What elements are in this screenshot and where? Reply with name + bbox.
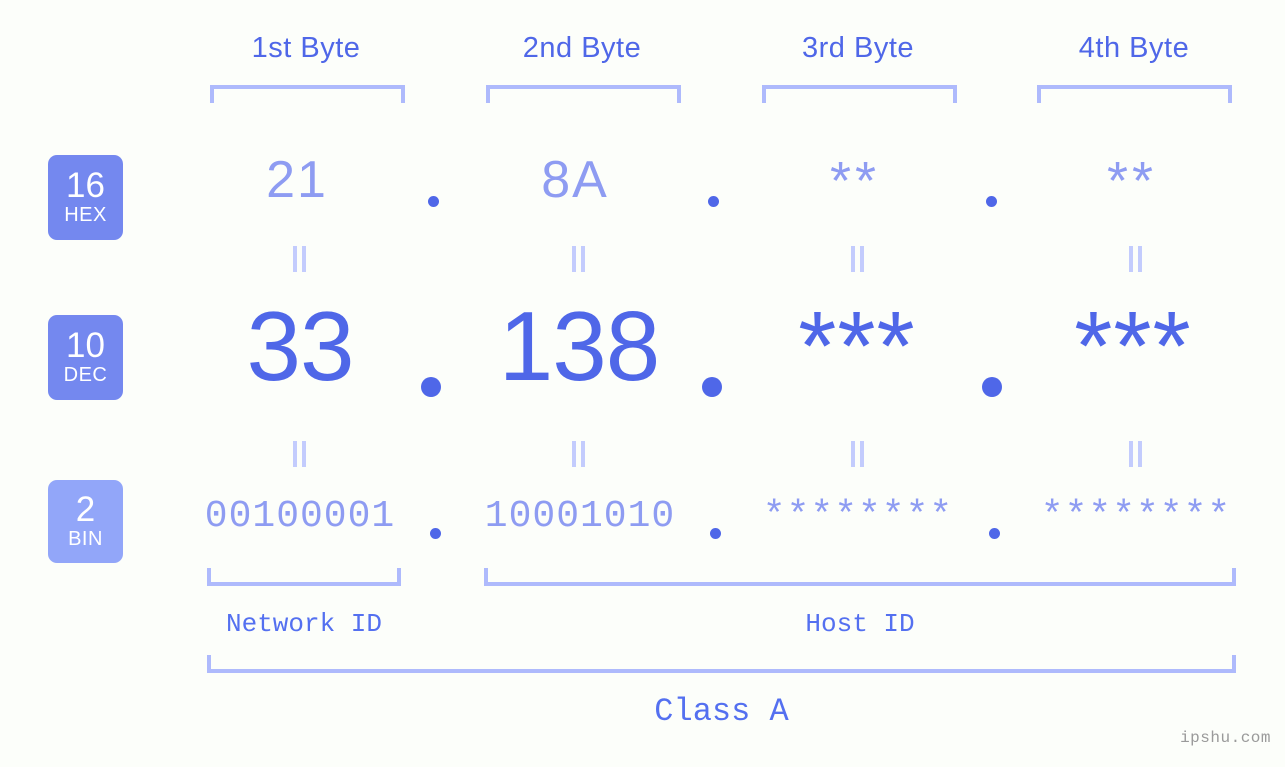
ip-breakdown-diagram: 1st Byte 2nd Byte 3rd Byte 4th Byte 16 H… xyxy=(0,0,1285,767)
byte-bracket-top-1 xyxy=(210,85,405,103)
hex-separator-dot-1 xyxy=(428,196,439,207)
bin-byte-1: 00100001 xyxy=(204,495,396,538)
dec-byte-4: *** xyxy=(1074,291,1192,401)
dec-byte-1: 33 xyxy=(246,291,354,401)
host-id-bracket xyxy=(484,568,1236,586)
hex-separator-dot-3 xyxy=(986,196,997,207)
equality-marker-icon-2-4 xyxy=(1129,441,1143,467)
radix-badge-bin: 2 BIN xyxy=(48,480,123,563)
dec-separator-dot-2 xyxy=(702,377,722,397)
hex-byte-1: 21 xyxy=(266,151,328,209)
equality-marker-icon-1-1 xyxy=(293,246,307,272)
radix-badge-hex-number: 16 xyxy=(66,165,105,205)
network-id-bracket xyxy=(207,568,401,586)
hex-byte-4: ** xyxy=(1106,151,1158,211)
bin-byte-3: ******** xyxy=(762,495,954,538)
dec-byte-3: *** xyxy=(798,291,916,401)
byte-bracket-top-2 xyxy=(486,85,681,103)
bin-separator-dot-2 xyxy=(710,528,721,539)
host-id-label: Host ID xyxy=(805,609,915,639)
byte-bracket-top-4 xyxy=(1037,85,1232,103)
bin-byte-2: 10001010 xyxy=(484,495,676,538)
radix-badge-bin-abbr: BIN xyxy=(68,527,103,550)
class-label: Class A xyxy=(654,693,789,730)
radix-badge-dec: 10 DEC xyxy=(48,315,123,400)
byte-column-header-1: 1st Byte xyxy=(251,32,361,64)
radix-badge-bin-number: 2 xyxy=(75,489,96,529)
dec-byte-2: 138 xyxy=(498,291,661,401)
equality-marker-icon-1-2 xyxy=(572,246,586,272)
hex-byte-3: ** xyxy=(829,151,881,211)
watermark: ipshu.com xyxy=(1180,729,1271,747)
dec-separator-dot-1 xyxy=(421,377,441,397)
radix-badge-hex-abbr: HEX xyxy=(64,203,107,226)
byte-column-header-2: 2nd Byte xyxy=(522,32,642,64)
byte-column-header-3: 3rd Byte xyxy=(802,32,914,64)
hex-separator-dot-2 xyxy=(708,196,719,207)
bin-separator-dot-1 xyxy=(430,528,441,539)
hex-byte-2: 8A xyxy=(541,151,609,209)
equality-marker-icon-1-4 xyxy=(1129,246,1143,272)
equality-marker-icon-2-1 xyxy=(293,441,307,467)
byte-bracket-top-3 xyxy=(762,85,957,103)
network-id-label: Network ID xyxy=(225,609,383,639)
equality-marker-icon-2-2 xyxy=(572,441,586,467)
equality-marker-icon-2-3 xyxy=(851,441,865,467)
bin-separator-dot-3 xyxy=(989,528,1000,539)
bin-byte-4: ******** xyxy=(1040,495,1232,538)
radix-badge-dec-abbr: DEC xyxy=(63,363,108,386)
dec-separator-dot-3 xyxy=(982,377,1002,397)
class-bracket xyxy=(207,655,1236,673)
radix-badge-hex: 16 HEX xyxy=(48,155,123,240)
equality-marker-icon-1-3 xyxy=(851,246,865,272)
byte-column-header-4: 4th Byte xyxy=(1078,32,1190,64)
radix-badge-dec-number: 10 xyxy=(66,325,105,365)
